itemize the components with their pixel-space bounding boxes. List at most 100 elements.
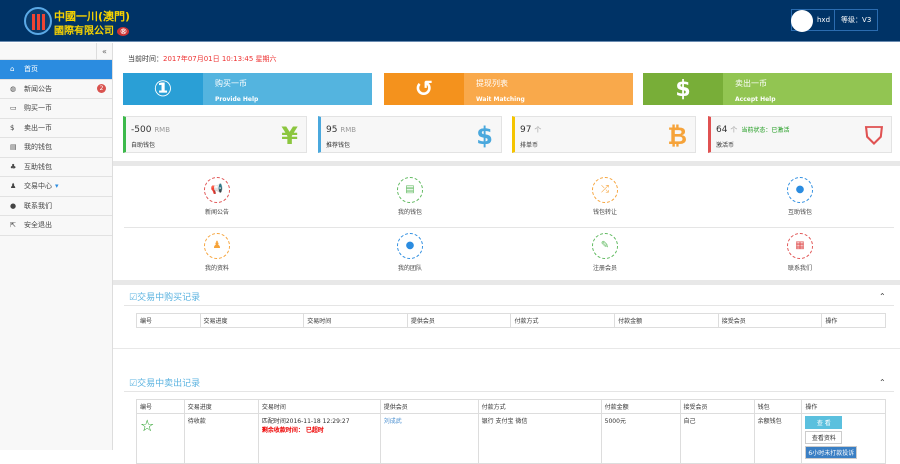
column-header: 付款金额 [600, 399, 681, 414]
avatar[interactable] [791, 10, 813, 32]
view-button[interactable]: 查 看 [805, 416, 843, 429]
stat-number: 64 [716, 125, 728, 135]
complaint-button[interactable]: 6小时未打款投诉 [805, 446, 858, 459]
collapse-buy-panel-icon[interactable]: ⌃ [879, 292, 886, 301]
stat-unit: RMB [154, 126, 171, 134]
sidebar-item-5[interactable]: ♣ 互助钱包 [0, 158, 112, 177]
action-title: 提现列表 [476, 79, 508, 88]
globe-icon: ◍ [10, 84, 17, 93]
column-header: 提供会员 [379, 399, 479, 414]
sidebar-item-3[interactable]: $ 卖出一币 [0, 119, 112, 138]
stat-card: 95 RMB 推荐钱包 $ [318, 116, 502, 153]
sidebar-item-label: 联系我们 [24, 201, 52, 210]
action-subtitle: Wait Matching [476, 96, 525, 103]
shortcut-1[interactable]: ▤ 我的钱包 [350, 177, 470, 216]
action-subtitle: Provide Help [215, 96, 259, 103]
buy-records-title-text: 交易中购买记录 [137, 293, 201, 303]
shortcut-label: 我的团队 [397, 265, 422, 272]
action-wait-matching-button[interactable]: ↺ 提现列表 Wait Matching [384, 73, 633, 105]
sidebar-item-label: 卖出一币 [24, 123, 52, 132]
shortcut-label: 钱包转让 [592, 209, 617, 216]
brand-badge: ® [117, 27, 130, 36]
amount-cell: 5000元 [600, 413, 681, 464]
shortcut-6[interactable]: ✎ 注册会员 [545, 233, 665, 272]
wallet-cell: 余额钱包 [753, 413, 803, 464]
user-icon: ♟ [10, 182, 17, 191]
time-label: 当前时间： [128, 55, 163, 63]
sidebar-item-label: 首页 [24, 65, 38, 74]
action-provide-help-button[interactable]: ① 购买一币 Provide Help [123, 73, 372, 105]
username[interactable]: hxd [813, 10, 834, 30]
sell-records-title-text: 交易中卖出记录 [137, 379, 201, 389]
stat-number: 97 [520, 125, 532, 135]
chevron-down-icon: ▾ [55, 182, 59, 191]
progress-cell: 待收款 [183, 413, 259, 464]
stat-unit: 个 [730, 126, 738, 134]
buy-records-title: ☑交易中购买记录 [129, 293, 201, 303]
action-accept-help-button[interactable]: $ 卖出一币 Accept Help [643, 73, 892, 105]
sidebar-item-1[interactable]: ◍ 新闻公告 2 [0, 80, 112, 99]
stat-number: 95 [326, 125, 338, 135]
column-header: 付款方式 [477, 399, 602, 414]
shortcut-icon: ▦ [787, 233, 813, 259]
divider [113, 348, 900, 349]
collapse-sell-panel-icon[interactable]: ⌃ [879, 378, 886, 387]
shortcut-icon: ✎ [592, 233, 618, 259]
user-level: 等级：V3 [834, 10, 877, 30]
star-cell: ☆ [136, 413, 185, 464]
sidebar-item-label: 购买一币 [24, 104, 52, 113]
shortcut-icon: ♟ [204, 233, 230, 259]
shortcut-icon: ⤮ [592, 177, 618, 203]
shortcut-5[interactable]: ● 我的团队 [350, 233, 470, 272]
stat-icon: ₿ [667, 122, 687, 150]
sidebar: « ⌂ 首页 ◍ 新闻公告 2 ▭ 购买一币 $ 卖出一币 ▤ 我的钱包 ♣ 互助钱包 ♟ 交易中心 ▾ ● 联系… [0, 43, 113, 450]
shortcut-3[interactable]: ● 互助钱包 [740, 177, 860, 216]
user-menu[interactable]: hxd 等级：V3 [791, 9, 879, 32]
dollar-icon: $ [10, 123, 15, 132]
column-header: 编号 [136, 399, 185, 414]
provider-cell: 刘成武 [379, 413, 479, 464]
sidebar-item-8[interactable]: ⇱ 安全退出 [0, 216, 112, 236]
company-logo[interactable] [24, 7, 52, 35]
group-icon: ♣ [10, 162, 17, 171]
shortcut-label: 我的资料 [204, 265, 229, 272]
action-title: 卖出一币 [735, 79, 767, 88]
collapse-sidebar-button[interactable]: « [96, 43, 112, 60]
shortcut-4[interactable]: ♟ 我的资料 [157, 233, 277, 272]
brand-subname: 國際有限公司 ® [54, 22, 130, 37]
notification-badge: 2 [97, 84, 106, 94]
sidebar-item-2[interactable]: ▭ 购买一币 [0, 99, 112, 119]
action-text: 购买一币 Provide Help [203, 73, 372, 105]
column-header: 操作 [821, 313, 886, 328]
brand-subname-text: 國際有限公司 [54, 26, 114, 37]
column-header: 钱包 [753, 399, 803, 414]
star-icon[interactable]: ☆ [140, 416, 154, 435]
match-time: 匹配时间2016-11-18 12:29:27 [261, 418, 350, 425]
shortcut-2[interactable]: ⤮ 钱包转让 [545, 177, 665, 216]
shortcut-icon: ▤ [397, 177, 423, 203]
shortcut-0[interactable]: 📢 新闻公告 [157, 177, 277, 216]
stat-unit: 个 [534, 126, 542, 134]
stat-icon: ⛉ [865, 122, 883, 150]
divider [113, 280, 900, 285]
receiver-cell: 自己 [679, 413, 755, 464]
divider [124, 305, 894, 306]
shortcut-icon: 📢 [204, 177, 230, 203]
view-profile-button[interactable]: 查看资料 [805, 431, 843, 444]
home-icon: ⌂ [10, 65, 15, 74]
divider [124, 391, 894, 392]
actions-cell: 查 看查看资料 6小时未打款投诉 [801, 413, 886, 464]
column-header: 提供会员 [406, 313, 512, 328]
buy-records-table: 编号 交易进度 交易时间 提供会员 付款方式 付款金额 接受会员 操作 [136, 313, 886, 328]
logout-icon: ⇱ [10, 221, 16, 230]
shortcut-7[interactable]: ▦ 联系我们 [740, 233, 860, 272]
column-header: 交易时间 [257, 399, 381, 414]
stat-card: -500 RMB 自助钱包 ¥ [123, 116, 307, 153]
column-header: 交易进度 [183, 399, 259, 414]
sidebar-item-4[interactable]: ▤ 我的钱包 [0, 138, 112, 158]
stat-name: 推荐钱包 [326, 142, 351, 149]
column-header: 付款方式 [510, 313, 616, 328]
sidebar-item-7[interactable]: ● 联系我们 [0, 197, 112, 216]
sidebar-item-0[interactable]: ⌂ 首页 [0, 60, 112, 80]
sidebar-item-6[interactable]: ♟ 交易中心 ▾ [0, 177, 112, 197]
